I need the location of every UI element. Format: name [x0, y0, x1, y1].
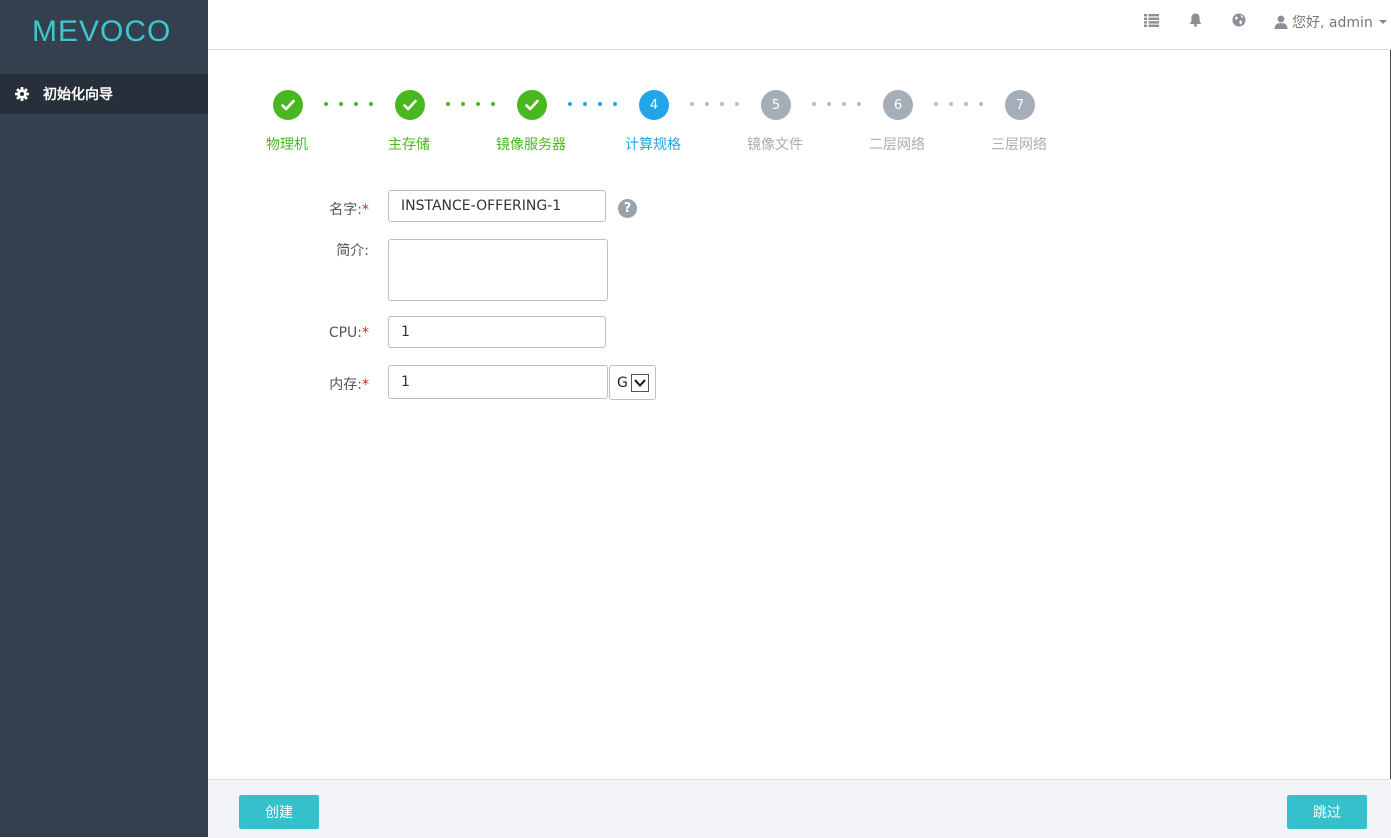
chevron-down-icon [630, 373, 649, 392]
create-button[interactable]: 创建 [239, 795, 319, 829]
step-6-label: 二层网络 [869, 137, 925, 153]
window-frame [0, 0, 1391, 837]
skip-button[interactable]: 跳过 [1287, 795, 1367, 829]
footer-bar: 创建 跳过 [208, 779, 1391, 838]
check-icon [281, 99, 295, 111]
name-input[interactable]: INSTANCE-OFFERING-1 [388, 190, 606, 222]
description-textarea[interactable] [388, 239, 608, 301]
step-1-circle [273, 90, 303, 120]
chevron-down-icon [1378, 20, 1387, 24]
memory-unit-select[interactable]: G [609, 365, 656, 400]
top-bar: 您好, admin [208, 0, 1391, 50]
step-6-circle: 6 [883, 90, 913, 120]
sidebar-item-label: 初始化向导 [43, 87, 113, 103]
step-connector [934, 102, 983, 106]
step-5-circle: 5 [761, 90, 791, 120]
step-connector [812, 102, 861, 106]
check-icon [403, 99, 417, 111]
question-icon[interactable]: ? [618, 199, 637, 218]
sidebar-item-init-wizard[interactable]: 初始化向导 [0, 74, 208, 114]
step-4-circle: 4 [639, 90, 669, 120]
mevoco-logo: MEVOCO [32, 15, 171, 48]
svg-text:MEVOCO: MEVOCO [32, 15, 171, 48]
step-2-circle [395, 90, 425, 120]
step-1-label: 物理机 [266, 137, 308, 153]
step-connector [690, 102, 739, 106]
step-7-label: 三层网络 [991, 137, 1047, 153]
step-2-label: 主存储 [388, 137, 430, 153]
name-label: 名字:* [329, 202, 369, 218]
cpu-label: CPU:* [328, 325, 369, 341]
list-icon[interactable] [1143, 12, 1159, 28]
user-greeting: 您好, admin [1292, 15, 1373, 31]
step-7-circle: 7 [1005, 90, 1035, 120]
cpu-input[interactable]: 1 [388, 316, 606, 348]
sidebar: MEVOCO 初始化向导 [0, 0, 208, 837]
description-label: 简介: [336, 243, 369, 259]
step-connector [446, 102, 495, 106]
gear-icon [14, 86, 30, 102]
memory-input[interactable]: 1 [388, 365, 608, 399]
memory-unit-value: G [617, 374, 628, 391]
step-5-label: 镜像文件 [747, 137, 803, 153]
bell-icon[interactable] [1187, 12, 1203, 28]
user-menu[interactable]: 您好, admin [1274, 12, 1387, 32]
globe-icon[interactable] [1231, 12, 1247, 28]
check-icon [525, 99, 539, 111]
step-3-circle [517, 90, 547, 120]
step-4-label: 计算规格 [625, 137, 681, 153]
step-3-label: 镜像服务器 [496, 137, 566, 153]
step-connector [324, 102, 373, 106]
user-icon [1274, 15, 1288, 29]
memory-label: 内存:* [329, 377, 369, 393]
step-connector [568, 102, 617, 106]
